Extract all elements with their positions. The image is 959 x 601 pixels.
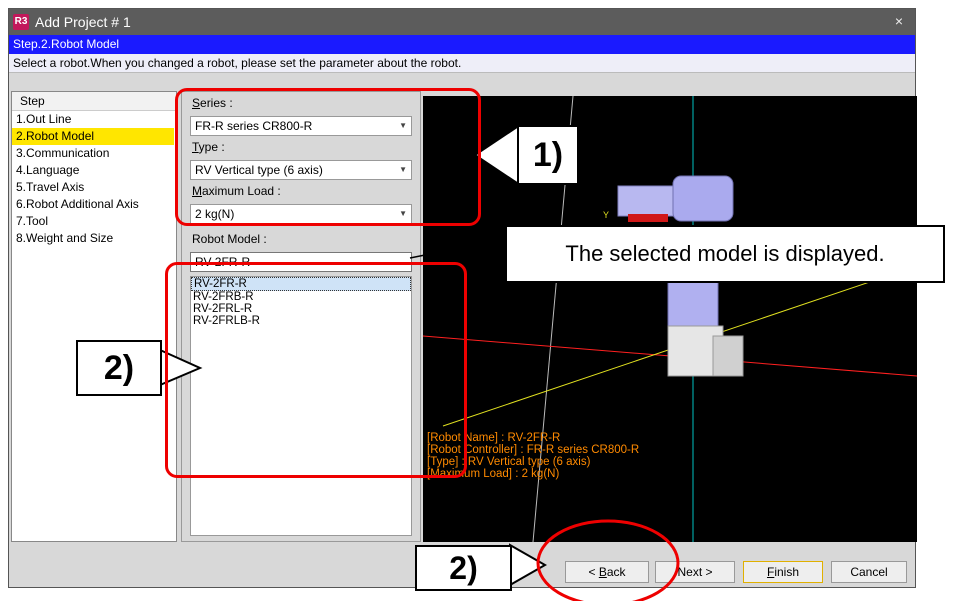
callout-1: 1) [517, 125, 579, 185]
callout-message: The selected model is displayed. [505, 225, 945, 283]
annotation-box-2 [165, 262, 467, 478]
callout-2-buttons: 2) [415, 545, 512, 591]
callout-2-list: 2) [76, 340, 162, 396]
annotation-box-1 [175, 88, 481, 226]
annotation-overlay [159, 123, 680, 601]
